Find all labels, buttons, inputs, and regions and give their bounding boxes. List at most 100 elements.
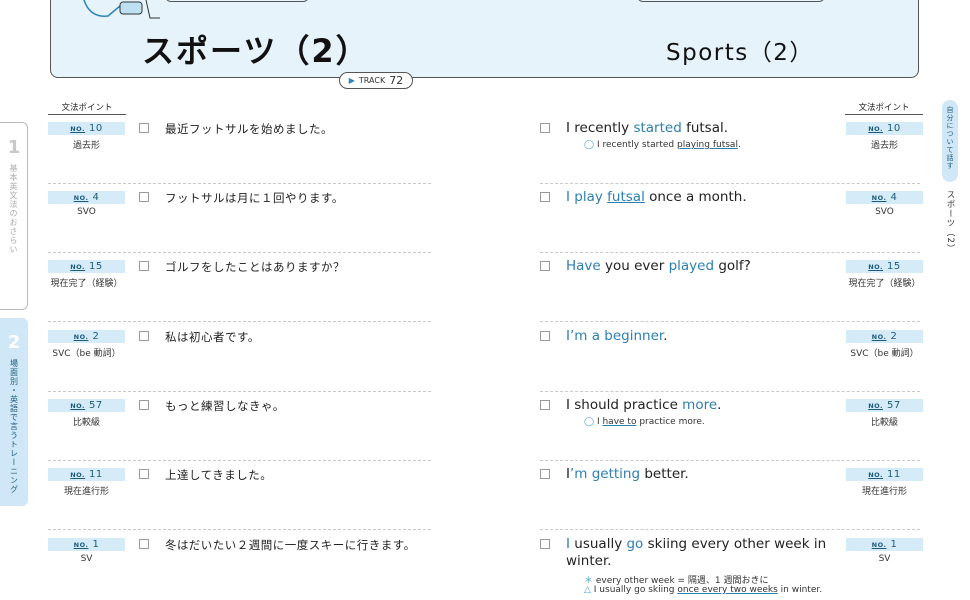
illustration-icon	[83, 0, 160, 19]
page-title-en: Sports（2）	[666, 40, 814, 66]
sentence-fragment: .	[663, 328, 668, 344]
no-label: NO.	[871, 540, 887, 549]
english-sentence: I play futsal once a month.	[566, 189, 828, 206]
row-divider	[540, 460, 920, 461]
row-divider	[540, 391, 920, 392]
checkbox-jp[interactable]	[139, 469, 149, 479]
no-label: NO.	[868, 262, 884, 271]
sentence-fragment: futsal	[607, 189, 645, 205]
note-fragment: practice more.	[636, 417, 705, 427]
sentence-fragment: Have	[566, 258, 601, 274]
row-divider	[48, 252, 431, 253]
row-divider	[540, 252, 920, 253]
sentence-fragment: more	[682, 397, 718, 413]
no-label: NO.	[70, 124, 86, 133]
checkbox-en[interactable]	[540, 192, 550, 202]
grammar-point-right: SVC（be 動詞）	[850, 349, 919, 359]
triangle-icon: △	[584, 585, 591, 595]
grammar-number: 4	[92, 192, 100, 203]
sentence-fragment: played	[668, 258, 715, 274]
checkbox-en[interactable]	[540, 331, 550, 341]
grammar-number: 57	[89, 400, 103, 411]
japanese-sentence: 私は初心者です。	[165, 330, 260, 344]
header-tab-left	[165, 0, 309, 2]
checkbox-jp[interactable]	[139, 123, 149, 133]
sentence-fragment: futsal.	[681, 120, 729, 136]
sentence-fragment: I recently	[566, 120, 634, 136]
grammar-point-right: 現在進行形	[861, 487, 907, 497]
section-number: 2	[7, 332, 21, 353]
grammar-number-badge-left: NO. 15	[48, 260, 125, 273]
row-divider	[48, 529, 431, 530]
sentence-fragment: better.	[640, 466, 689, 482]
grammar-point-left: 比較級	[72, 418, 100, 428]
checkbox-jp[interactable]	[139, 192, 149, 202]
japanese-sentence: 冬はだいたい２週間に一度スキーに行きます。	[165, 538, 416, 552]
grammar-number-badge-left: NO. 1	[48, 538, 125, 551]
english-sentence: Have you ever played golf?	[566, 258, 828, 275]
checkbox-en[interactable]	[540, 539, 550, 549]
checkbox-jp[interactable]	[139, 261, 149, 271]
sentence-fragment: .	[717, 397, 722, 413]
play-icon: ▶	[348, 76, 355, 85]
no-label: NO.	[868, 470, 884, 479]
grammar-number-badge-left: NO. 10	[48, 122, 125, 135]
english-sentence: I recently started futsal.	[566, 120, 828, 137]
no-label: NO.	[871, 193, 887, 202]
checkbox-jp[interactable]	[139, 400, 149, 410]
track-label: TRACK	[358, 76, 386, 85]
grammar-point-right: SV	[878, 554, 891, 564]
no-label: NO.	[868, 401, 884, 410]
grammar-header-right: 文法ポイント	[858, 103, 910, 113]
sentence-fragment: you ever	[600, 258, 669, 274]
japanese-sentence: フットサルは月に１回やります。	[165, 191, 344, 205]
grammar-number: 11	[89, 469, 103, 480]
no-label: NO.	[70, 470, 86, 479]
grammar-number-badge-right: NO. 1	[846, 538, 923, 551]
grammar-number: 10	[887, 123, 901, 134]
grammar-number-badge-right: NO. 15	[846, 260, 923, 273]
grammar-number: 2	[890, 331, 898, 342]
checkbox-jp[interactable]	[139, 331, 149, 341]
sub-label: スポーツ（2）	[945, 190, 955, 254]
divider	[845, 114, 923, 115]
note-fragment: in winter.	[777, 585, 823, 595]
header-tab-right	[637, 0, 825, 2]
grammar-number-badge-left: NO. 57	[48, 399, 125, 412]
grammar-point-left: SV	[80, 554, 93, 564]
section-number: 1	[7, 137, 21, 158]
sidebar-section-2[interactable]: 2 場面別・英語で言うトレーニング	[0, 318, 28, 506]
sidebar-tab-current[interactable]: 自分について話す	[942, 100, 958, 182]
no-label: NO.	[868, 124, 884, 133]
grammar-number: 1	[92, 539, 100, 550]
grammar-point-left: 現在進行形	[63, 487, 109, 497]
divider	[48, 114, 126, 115]
japanese-sentence: ゴルフをしたことはありますか？	[165, 260, 345, 274]
sentence-fragment: I should practice	[566, 397, 683, 413]
sentence-fragment: go	[626, 536, 644, 552]
row-divider	[540, 321, 920, 322]
no-label: NO.	[70, 401, 86, 410]
grammar-number: 57	[887, 400, 901, 411]
checkbox-en[interactable]	[540, 469, 550, 479]
sidebar-section-1[interactable]: 1 基本英文法のおさらい	[0, 122, 28, 310]
english-sentence: I’m getting better.	[566, 466, 828, 483]
row-divider	[48, 391, 431, 392]
grammar-number: 10	[89, 123, 103, 134]
checkbox-en[interactable]	[540, 123, 550, 133]
tab-label: 自分について話す	[946, 106, 954, 170]
sentence-fragment: started	[633, 120, 682, 136]
track-badge[interactable]: ▶ TRACK 72	[339, 72, 413, 89]
checkbox-en[interactable]	[540, 400, 550, 410]
grammar-point-left: 過去形	[72, 141, 100, 151]
checkbox-en[interactable]	[540, 261, 550, 271]
english-sentence: I usually go skiing every other week in …	[566, 536, 828, 570]
sentence-fragment: usually	[569, 536, 627, 552]
grammar-point-left: 現在完了（経験）	[50, 279, 123, 289]
note-fragment: I usually go skiing	[593, 585, 678, 595]
page-title-jp: スポーツ（2）	[142, 32, 370, 70]
grammar-point-left: SVO	[77, 207, 96, 217]
grammar-number: 15	[89, 261, 103, 272]
note-fragment: playing futsal	[677, 140, 738, 150]
checkbox-jp[interactable]	[139, 539, 149, 549]
